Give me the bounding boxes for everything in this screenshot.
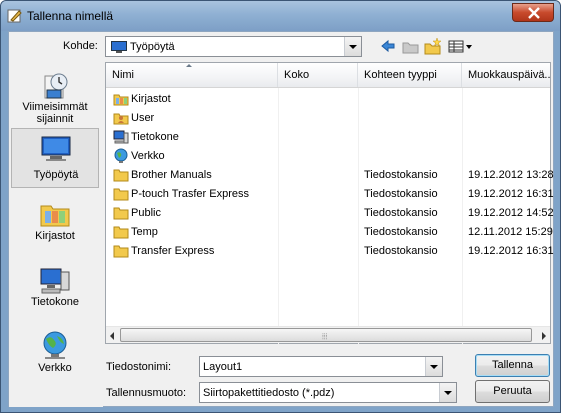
column-header-label: Muokkauspäivä... xyxy=(468,69,550,81)
filename-input[interactable] xyxy=(200,357,424,376)
filetype-select[interactable]: Siirtopakettitiedosto (*.pdz) xyxy=(199,382,457,403)
libraries-icon xyxy=(40,205,70,227)
close-icon xyxy=(528,7,540,19)
back-arrow-icon[interactable] xyxy=(378,37,398,56)
file-name: Transfer Express xyxy=(131,245,215,257)
place-label: Tietokone xyxy=(31,296,79,308)
file-name: Verkko xyxy=(131,150,165,162)
file-type: Tiedostokansio xyxy=(364,169,438,181)
list-item[interactable]: Verkko xyxy=(106,147,550,166)
folder-icon xyxy=(113,245,129,258)
network-icon xyxy=(43,331,67,359)
places-bar: Viimeisimmät sijainnit Työpöytä Kirjasto… xyxy=(9,62,103,407)
place-recent[interactable]: Viimeisimmät sijainnit xyxy=(11,66,99,126)
column-header-name[interactable]: Nimi xyxy=(106,63,278,87)
save-button[interactable]: Tallenna xyxy=(475,354,550,377)
libraries-icon xyxy=(113,94,129,106)
folder-icon xyxy=(113,169,129,182)
network-icon xyxy=(114,148,128,163)
list-header: Nimi Koko Kohteen tyyppi Muokkauspäivä..… xyxy=(106,63,550,88)
grip-icon: ⦙⦙⦙ xyxy=(322,332,328,341)
place-label: Kirjastot xyxy=(35,230,75,242)
computer-icon xyxy=(40,268,70,294)
sort-ascending-icon xyxy=(186,64,192,67)
file-name: Brother Manuals xyxy=(131,169,212,181)
file-type: Tiedostokansio xyxy=(364,226,438,238)
list-item[interactable]: User xyxy=(106,109,550,128)
scrollbar-thumb[interactable]: ⦙⦙⦙ xyxy=(120,328,532,342)
dialog-body: Kohde: Työpöytä Viimeisimmät sijainnit T… xyxy=(8,31,554,407)
save-as-dialog: Tallenna nimellä Kohde: Työpöytä Viimeis… xyxy=(0,0,561,413)
recent-places-icon xyxy=(44,73,68,99)
scroll-left-icon[interactable] xyxy=(110,332,114,340)
list-item[interactable]: Brother Manuals Tiedostokansio 19.12.201… xyxy=(106,166,554,185)
cancel-button[interactable]: Peruuta xyxy=(475,380,550,403)
column-header-type[interactable]: Kohteen tyyppi xyxy=(358,63,462,87)
file-modified: 19.12.2012 14:52 xyxy=(468,207,554,219)
folder-icon xyxy=(113,226,129,239)
list-item[interactable]: Temp Tiedostokansio 12.11.2012 15:29 xyxy=(106,223,553,242)
list-item[interactable]: Public Tiedostokansio 19.12.2012 14:52 xyxy=(106,204,554,223)
file-modified: 19.12.2012 13:28 xyxy=(468,169,554,181)
file-modified: 19.12.2012 16:31 xyxy=(468,188,554,200)
window-title: Tallenna nimellä xyxy=(27,9,114,23)
lookin-value: Työpöytä xyxy=(130,41,175,53)
column-header-label: Nimi xyxy=(112,69,134,81)
scroll-right-icon[interactable] xyxy=(542,332,546,340)
list-item[interactable]: Transfer Express Tiedostokansio 19.12.20… xyxy=(106,242,554,261)
chevron-down-icon[interactable] xyxy=(344,37,361,56)
desktop-icon xyxy=(41,136,71,161)
column-header-size[interactable]: Koko xyxy=(278,63,358,87)
file-name: P-touch Trasfer Express xyxy=(131,188,249,200)
file-name: Temp xyxy=(131,226,158,238)
app-icon xyxy=(7,9,22,23)
place-label: Työpöytä xyxy=(33,169,79,181)
place-label: Viimeisimmät sijainnit xyxy=(22,101,88,125)
place-libraries[interactable]: Kirjastot xyxy=(11,194,99,254)
up-folder-icon[interactable] xyxy=(401,37,421,56)
file-name: Kirjastot xyxy=(131,93,171,105)
column-header-modified[interactable]: Muokkauspäivä... xyxy=(462,63,550,87)
file-name: User xyxy=(131,112,155,124)
file-type: Tiedostokansio xyxy=(364,188,438,200)
close-button[interactable] xyxy=(512,3,554,22)
file-list[interactable]: Nimi Koko Kohteen tyyppi Muokkauspäivä..… xyxy=(105,62,554,362)
place-label: Verkko xyxy=(38,362,72,374)
folder-icon xyxy=(113,207,129,220)
chevron-down-icon[interactable] xyxy=(425,357,442,376)
view-menu-icon[interactable] xyxy=(447,37,475,56)
filetype-label: Tallennusmuoto: xyxy=(106,387,187,399)
place-desktop[interactable]: Työpöytä xyxy=(11,128,99,188)
title-bar[interactable]: Tallenna nimellä xyxy=(1,1,560,31)
list-item[interactable]: P-touch Trasfer Express Tiedostokansio 1… xyxy=(106,185,554,204)
list-item[interactable]: Kirjastot xyxy=(106,90,550,109)
list-item[interactable]: Tietokone xyxy=(106,128,550,147)
file-name: Tietokone xyxy=(131,131,179,143)
horizontal-scrollbar[interactable]: ⦙⦙⦙ xyxy=(106,326,550,343)
lookin-combo[interactable]: Työpöytä xyxy=(105,36,362,57)
folder-icon xyxy=(113,188,129,201)
file-type: Tiedostokansio xyxy=(364,245,438,257)
file-modified: 12.11.2012 15:29 xyxy=(468,226,553,238)
filename-label: Tiedostonimi: xyxy=(106,361,172,373)
lookin-label: Kohde: xyxy=(63,40,98,52)
place-network[interactable]: Verkko xyxy=(11,326,99,386)
user-folder-icon xyxy=(113,113,129,125)
filename-combo[interactable] xyxy=(199,356,443,377)
file-name: Public xyxy=(131,207,161,219)
computer-icon xyxy=(113,130,129,144)
filetype-value: Siirtopakettitiedosto (*.pdz) xyxy=(203,387,335,399)
place-computer[interactable]: Tietokone xyxy=(11,260,99,320)
column-header-label: Koko xyxy=(284,69,310,81)
new-folder-icon[interactable] xyxy=(423,37,443,56)
desktop-icon xyxy=(111,41,127,53)
file-type: Tiedostokansio xyxy=(364,207,438,219)
chevron-down-icon[interactable] xyxy=(439,383,456,402)
column-header-label: Kohteen tyyppi xyxy=(364,69,437,81)
file-modified: 19.12.2012 16:31 xyxy=(468,245,554,257)
